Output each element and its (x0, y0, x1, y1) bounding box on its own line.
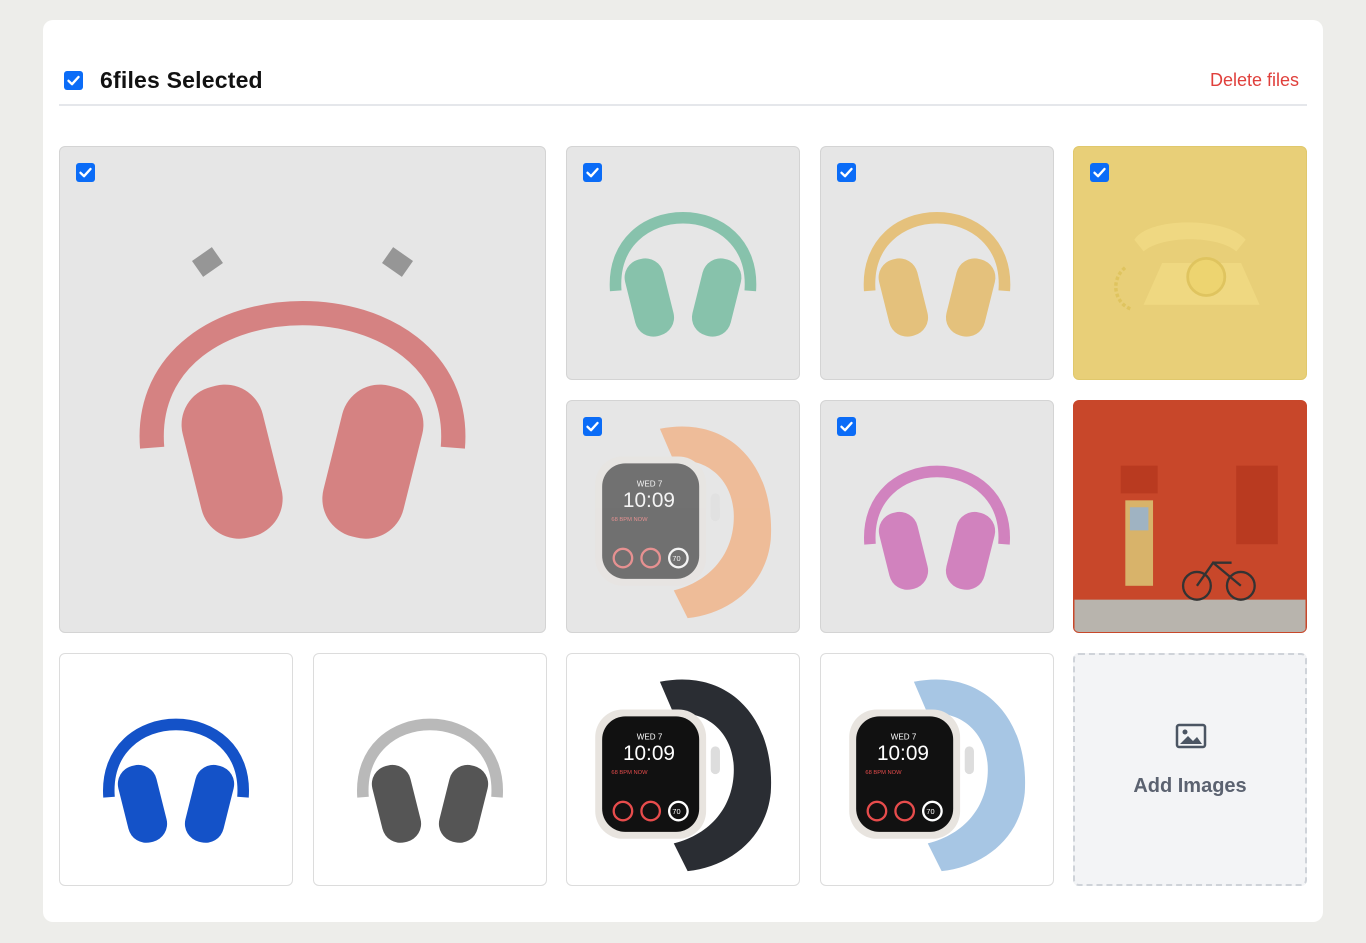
image-icon (1175, 723, 1207, 749)
image-tile-yellow-headphones[interactable] (820, 146, 1054, 380)
checkmark-icon (586, 421, 599, 432)
watch-metric: 68 BPM NOW (865, 770, 902, 776)
watch-time: 10:09 (623, 742, 675, 765)
headphones-image (357, 718, 503, 843)
tile-checkbox[interactable] (76, 163, 95, 182)
image-tile-red-brick-wall[interactable] (1073, 400, 1307, 633)
headphones-image (139, 247, 466, 539)
image-tile-red-headphones[interactable] (59, 146, 546, 633)
checkmark-icon (79, 167, 92, 178)
add-images-button[interactable]: Add Images (1073, 653, 1307, 886)
watch-day: WED 7 (891, 732, 917, 741)
image-tile-blue-watch[interactable]: WED 7 10:09 68 BPM NOW 70 (820, 653, 1054, 886)
watch-number: 70 (672, 554, 680, 563)
smartwatch-image: WED 7 10:09 68 BPM NOW 70 (849, 679, 1026, 872)
checkmark-icon (67, 75, 80, 86)
image-tile-magenta-headphones[interactable] (820, 400, 1054, 633)
selection-header: 6files Selected Delete files (59, 62, 1307, 106)
image-tile-rotary-telephone[interactable] (1073, 146, 1307, 380)
checkmark-icon (1093, 167, 1106, 178)
checkmark-icon (840, 421, 853, 432)
tile-checkbox[interactable] (583, 163, 602, 182)
tile-checkbox[interactable] (837, 163, 856, 182)
watch-time: 10:09 (877, 742, 929, 765)
image-tile-orange-watch[interactable]: WED 7 10:09 68 BPM NOW 70 (566, 400, 800, 633)
image-tile-blue-headphones[interactable] (59, 653, 293, 886)
delete-files-button[interactable]: Delete files (1210, 70, 1299, 91)
watch-number: 70 (926, 807, 934, 816)
watch-day: WED 7 (637, 479, 663, 488)
image-tile-black-watch[interactable]: WED 7 10:09 68 BPM NOW 70 (566, 653, 800, 886)
select-all-checkbox[interactable] (64, 71, 83, 90)
selected-count-title: 6files Selected (100, 67, 263, 93)
image-tile-silver-headphones[interactable] (313, 653, 547, 886)
smartwatch-image: WED 7 10:09 68 BPM NOW 70 (595, 679, 772, 872)
watch-metric: 68 BPM NOW (611, 770, 648, 776)
headphones-image (103, 718, 249, 843)
checkmark-icon (840, 167, 853, 178)
watch-time: 10:09 (623, 489, 675, 512)
image-tile-green-headphones[interactable] (566, 146, 800, 380)
watch-metric: 68 BPM NOW (611, 517, 648, 523)
watch-number: 70 (672, 807, 680, 816)
tile-checkbox[interactable] (583, 417, 602, 436)
tile-checkbox[interactable] (1090, 163, 1109, 182)
watch-day: WED 7 (637, 732, 663, 741)
checkmark-icon (586, 167, 599, 178)
add-images-label: Add Images (1133, 775, 1247, 797)
building-photo (1074, 401, 1306, 632)
tile-checkbox[interactable] (837, 417, 856, 436)
